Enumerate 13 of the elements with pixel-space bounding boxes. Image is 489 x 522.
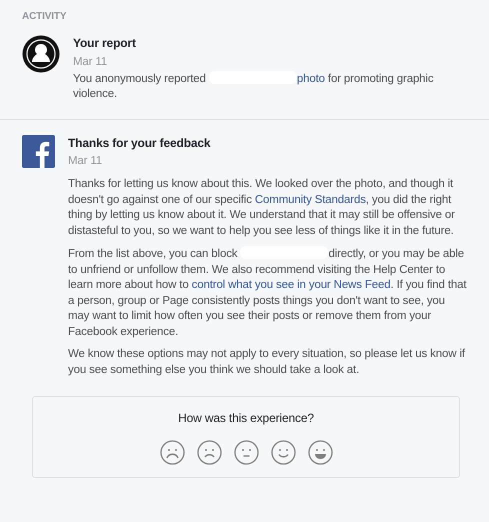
text-link[interactable]: control what you see in your News Feed — [192, 279, 390, 291]
item-title: Thanks for your feedback — [68, 134, 210, 151]
item-date: Mar 11 — [68, 154, 102, 169]
rating-question: How was this experience? — [178, 410, 314, 427]
text-link[interactable]: photo — [296, 72, 325, 85]
paragraph: You anonymously reported photo for promoting graphic violence. — [73, 70, 434, 102]
text-link[interactable]: Community Standards — [254, 194, 366, 206]
item-date: Mar 11 — [73, 54, 108, 70]
paragraph: Thanks for letting us know about this. We looked over the photo, and though it doesn't go against one of our specific Community Standards, you did the right thing by letting us know about it. We understand that it may still be offensive or distasteful to you, so we want to help you see less of things like it in the future. — [68, 177, 456, 238]
item-title: Your report — [73, 35, 136, 52]
section-label: ACTIVITY — [21, 10, 66, 24]
paragraph: From the list above, you can block directly, or you may be able to unfriend or unfollow them. We also recommend visiting the Help Center to learn more about how to control what you see in your News Feed. If you find that a person, group or Page consistently posts things you don't want to see, you may want to limit how often you see their posts or remove them from your Facebook experience. — [68, 246, 467, 340]
paragraph: We know these options may not apply to every situation, so please let us know if you see something else you think we should take a look at. — [68, 347, 466, 378]
